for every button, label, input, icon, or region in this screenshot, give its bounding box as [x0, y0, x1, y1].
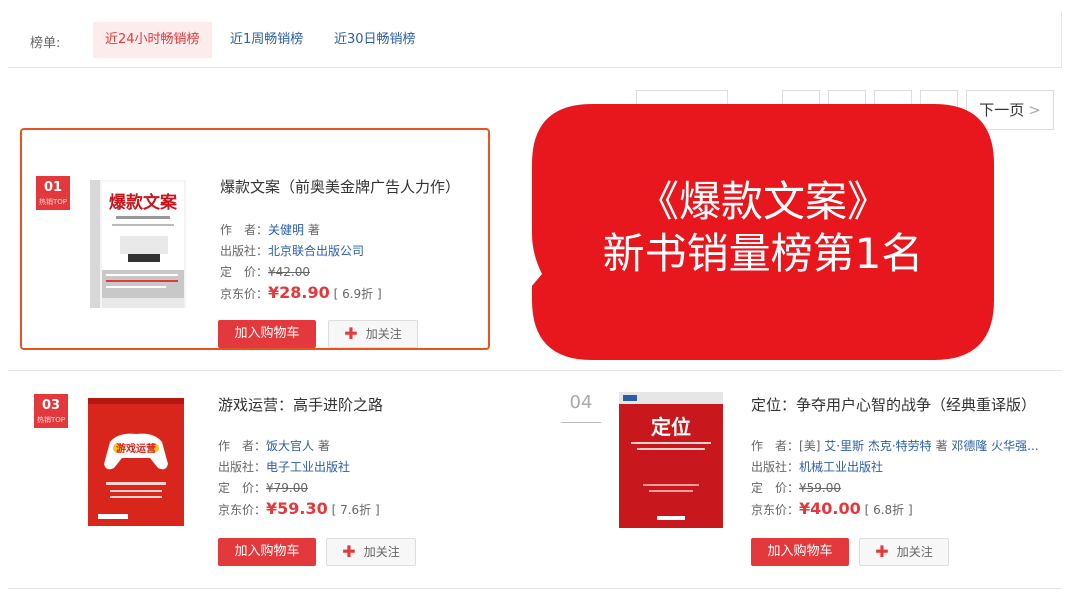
- book-jd-price-row: 京东价：¥40.00 [ 6.8折 ]: [751, 499, 913, 518]
- book-author-row: 作 者：饭大官人 著: [218, 439, 330, 453]
- translator-link[interactable]: 邓德隆 火华强...: [951, 439, 1038, 453]
- follow-button[interactable]: ✚ 加关注: [328, 320, 418, 348]
- cover-title: 游戏运营: [116, 442, 156, 455]
- follow-button[interactable]: ✚ 加关注: [859, 538, 949, 566]
- book-publisher-row: 出版社：电子工业出版社: [218, 460, 351, 474]
- ranking-tab-bar: 榜单: 近24小时畅销榜 近1周畅销榜 近30日畅销榜: [8, 12, 1062, 68]
- book-jd-price-row: 京东价：¥59.30 [ 7.6折 ]: [218, 499, 380, 518]
- book-jd-price-row: 京东价：¥28.90 [ 6.9折 ]: [220, 283, 382, 302]
- discount: [ 6.8折 ]: [864, 503, 913, 517]
- book-publisher-row: 出版社：机械工业出版社: [751, 460, 884, 474]
- book-list-price-row: 定 价：¥42.00: [220, 265, 311, 279]
- rank-subtitle: 热销TOP: [38, 198, 67, 206]
- book-cover[interactable]: 游戏运营: [88, 398, 184, 526]
- plus-icon: ✚: [875, 542, 889, 561]
- author-link[interactable]: 艾·里斯 杰克·特劳特: [824, 439, 931, 453]
- publisher-link[interactable]: 机械工业出版社: [799, 460, 883, 474]
- list-price: ¥79.00: [266, 481, 309, 495]
- book-author-row: 作 者：[美] 艾·里斯 杰克·特劳特 著 邓德隆 火华强...: [751, 439, 1039, 453]
- rank-badge: 03 热销TOP: [34, 394, 68, 428]
- book-title[interactable]: 爆款文案（前奥美金牌广告人力作）: [220, 176, 460, 197]
- book-publisher-row: 出版社：北京联合出版公司: [220, 244, 365, 258]
- cover-title: 爆款文案: [109, 192, 178, 213]
- callout-line-2: 新书销量榜第1名: [602, 229, 924, 278]
- callout-text: 《爆款文案》 新书销量榜第1名: [532, 176, 994, 280]
- book-title[interactable]: 游戏运营：高手进阶之路: [218, 394, 383, 415]
- cover-title: 定位: [651, 415, 691, 439]
- callout-line-1: 《爆款文案》: [636, 177, 889, 226]
- tab-24h[interactable]: 近24小时畅销榜: [93, 22, 212, 58]
- list-price: ¥59.00: [799, 481, 842, 495]
- jd-price: ¥59.30: [266, 499, 328, 518]
- author-link[interactable]: 关健明: [268, 223, 304, 237]
- publisher-link[interactable]: 北京联合出版公司: [268, 244, 364, 258]
- author-link[interactable]: 饭大官人: [266, 439, 314, 453]
- add-to-cart-button[interactable]: 加入购物车: [751, 538, 849, 566]
- rank-badge: 01 热销TOP: [36, 176, 70, 210]
- row-divider: [8, 370, 1062, 371]
- publisher-link[interactable]: 电子工业出版社: [266, 460, 350, 474]
- row-divider: [8, 588, 1062, 589]
- book-cover[interactable]: 定位: [619, 392, 723, 528]
- rank-subtitle: 热销TOP: [36, 416, 65, 424]
- follow-button[interactable]: ✚ 加关注: [326, 538, 416, 566]
- book-cover[interactable]: 爆款文案: [90, 180, 186, 308]
- list-price: ¥42.00: [268, 265, 311, 279]
- add-to-cart-button[interactable]: 加入购物车: [218, 320, 316, 348]
- rank-number: 03: [41, 398, 61, 413]
- promo-callout: 《爆款文案》 新书销量榜第1名: [532, 104, 994, 360]
- book-item: 03 热销TOP 游戏运营 游戏运营：高手进阶之路 作 者：饭大官人 著 出版社…: [20, 372, 490, 594]
- book-list-price-row: 定 价：¥59.00: [751, 481, 842, 495]
- ranking-label: 榜单:: [30, 36, 61, 51]
- tab-30days[interactable]: 近30日畅销榜: [322, 22, 428, 58]
- rank-number: 04: [569, 392, 593, 413]
- book-title[interactable]: 定位：争夺用户心智的战争（经典重译版）: [751, 394, 1036, 415]
- book-item-highlighted: 01 热销TOP 爆款文案 爆款文案（前奥美金牌广告人力作） 作 者：关健明 著…: [20, 128, 490, 350]
- plus-icon: ✚: [344, 324, 358, 343]
- rank-number: 01: [43, 180, 63, 195]
- discount: [ 7.6折 ]: [331, 503, 380, 517]
- discount: [ 6.9折 ]: [333, 287, 382, 301]
- tab-1week[interactable]: 近1周畅销榜: [218, 22, 315, 58]
- jd-price: ¥40.00: [799, 499, 861, 518]
- plus-icon: ✚: [342, 542, 356, 561]
- book-list-price-row: 定 价：¥79.00: [218, 481, 309, 495]
- rank-underline: [561, 422, 601, 423]
- jd-price: ¥28.90: [268, 283, 330, 302]
- chevron-right-icon: >: [1028, 101, 1041, 119]
- book-item: 04 定位 定位：争夺用户心智的战争（经典重译版） 作 者：[美] 艾·里斯 杰…: [555, 372, 1065, 594]
- add-to-cart-button[interactable]: 加入购物车: [218, 538, 316, 566]
- book-author-row: 作 者：关健明 著: [220, 223, 320, 237]
